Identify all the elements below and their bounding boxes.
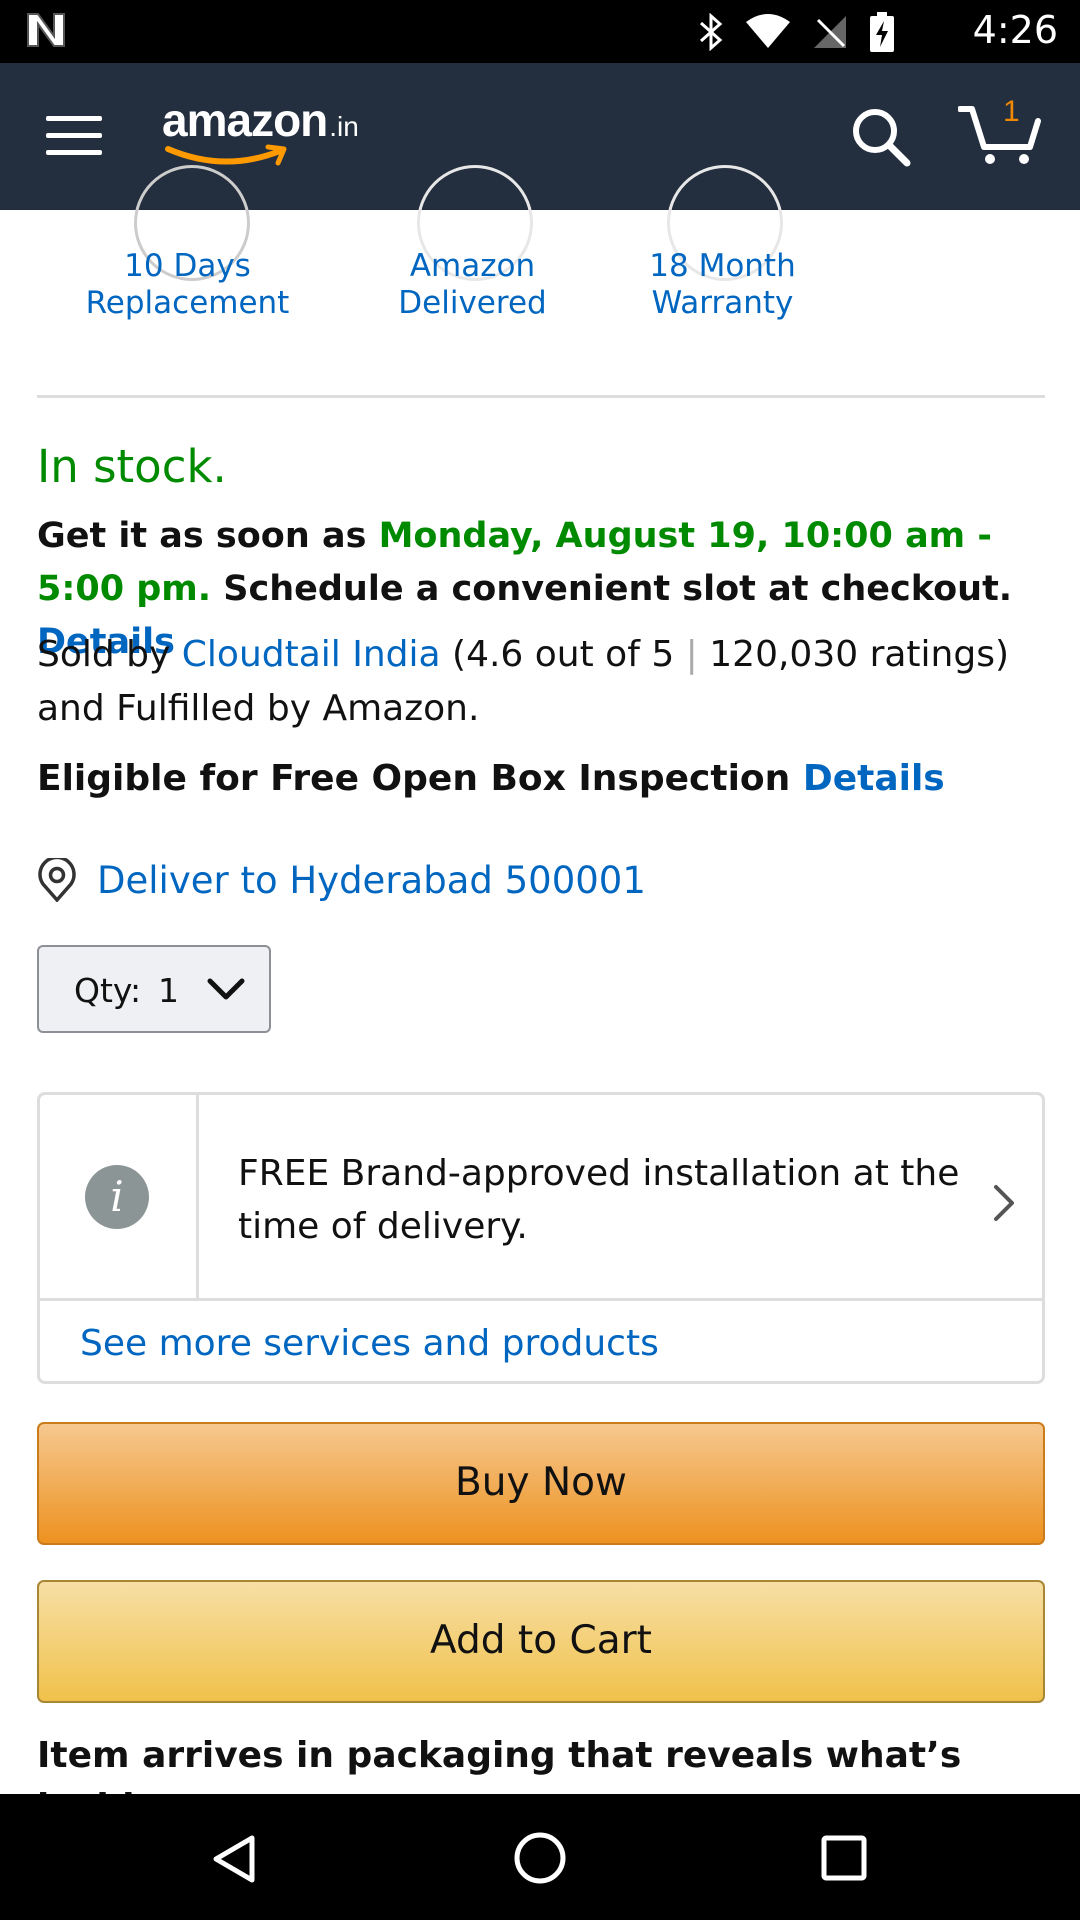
services-box: i FREE Brand-approved installation at th… <box>37 1092 1045 1384</box>
badge-warranty-label: 18 Month Warranty <box>649 248 796 321</box>
quantity-label: Qty: <box>74 971 142 1010</box>
deliver-to-link[interactable]: Deliver to Hyderabad 500001 <box>37 858 646 902</box>
section-divider <box>37 395 1045 398</box>
installation-service-text[interactable]: FREE Brand-approved installation at the … <box>238 1147 1018 1253</box>
amazon-logo[interactable]: amazon.in <box>162 93 359 166</box>
seller-prefix: Sold by <box>37 634 182 675</box>
fulfilled-by: and Fulfilled by Amazon. <box>37 688 480 729</box>
buy-now-button[interactable]: Buy Now <box>37 1422 1045 1545</box>
badge-replacement[interactable]: 10 Days Replacement <box>60 248 315 322</box>
logo-tld: .in <box>329 111 359 142</box>
chevron-down-icon <box>207 978 245 1000</box>
menu-icon[interactable] <box>46 116 102 156</box>
service-divider <box>40 1298 1042 1301</box>
info-cell: i <box>40 1095 199 1299</box>
system-icons <box>698 12 894 52</box>
availability-status: In stock. <box>37 440 227 493</box>
clock: 4:26 <box>972 8 1058 52</box>
badge-replacement-label: 10 Days Replacement <box>85 248 290 321</box>
see-more-services-link[interactable]: See more services and products <box>80 1323 659 1364</box>
open-box-eligibility: Eligible for Free Open Box Inspection De… <box>37 758 945 799</box>
location-pin-icon <box>38 858 76 902</box>
badge-warranty[interactable]: 18 Month Warranty <box>630 248 815 322</box>
seller-link[interactable]: Cloudtail India <box>182 634 441 675</box>
wifi-icon <box>746 14 790 48</box>
open-box-text: Eligible for Free Open Box Inspection <box>37 758 803 799</box>
add-to-cart-button[interactable]: Add to Cart <box>37 1580 1045 1703</box>
badge-delivered-label: Amazon Delivered <box>398 248 547 321</box>
recents-icon[interactable] <box>820 1834 868 1882</box>
badge-amazon-delivered[interactable]: Amazon Delivered <box>380 248 565 322</box>
logo-word: amazon <box>162 94 328 146</box>
battery-charging-icon <box>870 12 894 52</box>
info-icon: i <box>85 1165 149 1229</box>
bluetooth-icon <box>699 13 723 51</box>
home-icon[interactable] <box>512 1830 568 1886</box>
delivery-prefix: Get it as soon as <box>37 516 379 556</box>
back-icon[interactable] <box>210 1834 258 1884</box>
quantity-value: 1 <box>158 971 179 1010</box>
cart-button[interactable]: 1 <box>957 95 1042 171</box>
rating-separator: | <box>685 634 698 675</box>
notification-n-icon <box>27 13 65 47</box>
status-bar: 4:26 <box>0 0 1080 63</box>
android-nav-bar <box>0 1794 1080 1920</box>
open-box-details-link[interactable]: Details <box>803 758 945 799</box>
no-signal-icon <box>814 16 846 48</box>
deliver-to-text: Deliver to Hyderabad 500001 <box>97 858 646 902</box>
delivery-suffix: Schedule a convenient slot at checkout. <box>211 569 1013 609</box>
seller-info: Sold by Cloudtail India (4.6 out of 5 | … <box>37 628 1047 736</box>
quantity-dropdown[interactable]: Qty: 1 <box>37 945 271 1033</box>
search-icon[interactable] <box>850 106 912 168</box>
seller-ratings-count: 120,030 ratings) <box>697 634 1010 675</box>
seller-rating: (4.6 out of 5 <box>440 634 686 675</box>
cart-icon <box>957 106 1041 164</box>
chevron-right-icon[interactable] <box>992 1183 1016 1223</box>
cart-count: 1 <box>1003 95 1020 128</box>
